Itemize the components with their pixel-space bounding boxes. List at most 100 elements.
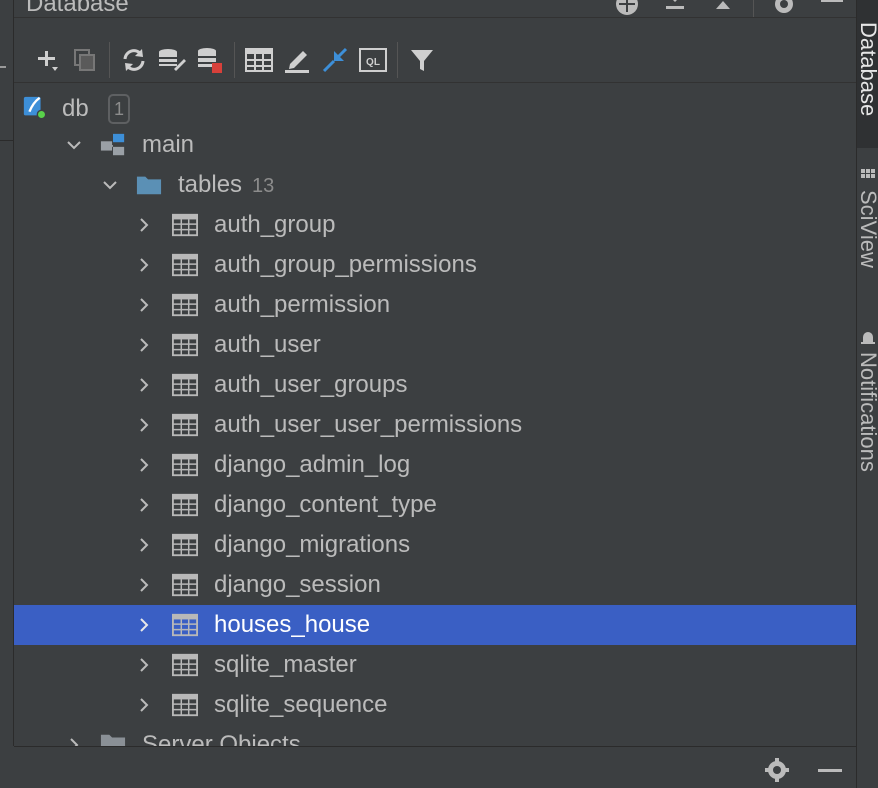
filter-icon[interactable] bbox=[403, 41, 441, 79]
add-icon[interactable] bbox=[28, 41, 66, 79]
minimize-icon[interactable] bbox=[808, 0, 856, 17]
table-name: auth_user_user_permissions bbox=[214, 411, 523, 438]
properties-icon[interactable] bbox=[153, 41, 191, 79]
chevron-down-icon[interactable] bbox=[66, 137, 82, 153]
tables-count: 13 bbox=[252, 175, 275, 197]
table-icon bbox=[172, 692, 198, 718]
table-view-icon[interactable] bbox=[240, 41, 278, 79]
table-row[interactable]: auth_permission bbox=[14, 285, 856, 325]
table-name: auth_group_permissions bbox=[214, 251, 477, 278]
chevron-right-icon[interactable] bbox=[136, 217, 152, 233]
jump-to-query-icon[interactable] bbox=[316, 41, 354, 79]
duplicate-icon[interactable] bbox=[66, 41, 104, 79]
chevron-right-icon[interactable] bbox=[136, 657, 152, 673]
query-console-label: QL bbox=[366, 57, 380, 68]
query-console-icon[interactable]: QL bbox=[354, 41, 392, 79]
toolbar-separator bbox=[109, 41, 110, 78]
table-row[interactable]: sqlite_master bbox=[14, 645, 856, 685]
side-tab-sciview[interactable]: SciView bbox=[857, 168, 878, 298]
database-toolbar: QL bbox=[14, 37, 856, 83]
table-row[interactable]: django_session bbox=[14, 565, 856, 605]
chevron-right-icon[interactable] bbox=[66, 737, 82, 746]
table-name: auth_group bbox=[214, 211, 336, 238]
table-row[interactable]: houses_house bbox=[14, 605, 856, 645]
table-icon bbox=[172, 252, 198, 278]
table-name: auth_user_groups bbox=[214, 371, 408, 398]
chevron-right-icon[interactable] bbox=[136, 337, 152, 353]
table-icon bbox=[172, 372, 198, 398]
table-row[interactable]: auth_group_permissions bbox=[14, 245, 856, 285]
table-row[interactable]: auth_user bbox=[14, 325, 856, 365]
table-icon bbox=[172, 572, 198, 598]
chevron-right-icon[interactable] bbox=[136, 417, 152, 433]
table-icon bbox=[172, 452, 198, 478]
chevron-down-icon[interactable] bbox=[102, 177, 118, 193]
chevron-right-icon[interactable] bbox=[136, 297, 152, 313]
tree-node-schema[interactable]: main bbox=[14, 125, 856, 165]
table-name: django_session bbox=[214, 571, 381, 598]
expand-all-icon[interactable] bbox=[699, 0, 747, 17]
table-icon bbox=[172, 412, 198, 438]
chevron-right-icon[interactable] bbox=[136, 377, 152, 393]
folder-icon bbox=[136, 172, 162, 198]
gear-icon[interactable] bbox=[760, 0, 808, 17]
side-tab-label: SciView bbox=[856, 190, 878, 268]
title-actions-separator bbox=[753, 0, 754, 17]
add-circle-icon[interactable] bbox=[603, 0, 651, 17]
table-name: django_migrations bbox=[214, 531, 411, 558]
table-name: sqlite_master bbox=[214, 651, 357, 678]
chevron-right-icon[interactable] bbox=[136, 537, 152, 553]
table-name: houses_house bbox=[214, 611, 371, 638]
table-row[interactable]: auth_user_user_permissions bbox=[14, 405, 856, 445]
table-icon bbox=[172, 532, 198, 558]
database-tree: db 1 main tables 13 auth_group auth_group_… bbox=[14, 89, 856, 746]
chevron-right-icon[interactable] bbox=[136, 457, 152, 473]
gutter-marker bbox=[0, 66, 6, 68]
right-tool-strip: Database SciView Notifications bbox=[856, 0, 878, 788]
tables-folder-label: tables bbox=[178, 171, 243, 198]
table-icon bbox=[172, 292, 198, 318]
table-row[interactable]: auth_user_groups bbox=[14, 365, 856, 405]
side-tab-notifications[interactable]: Notifications bbox=[857, 330, 878, 510]
tree-node-tables-folder[interactable]: tables 13 bbox=[14, 165, 856, 205]
tree-node-root[interactable]: db 1 bbox=[14, 89, 856, 129]
minimize-icon[interactable] bbox=[815, 755, 845, 785]
chevron-right-icon[interactable] bbox=[136, 497, 152, 513]
chevron-right-icon[interactable] bbox=[136, 577, 152, 593]
chevron-right-icon[interactable] bbox=[136, 697, 152, 713]
sciview-icon bbox=[861, 169, 875, 178]
table-row[interactable]: auth_group bbox=[14, 205, 856, 245]
gear-icon[interactable] bbox=[762, 755, 792, 785]
tree-label-server-objects: Server Objects bbox=[142, 731, 301, 746]
table-name: django_content_type bbox=[214, 491, 437, 518]
table-name: sqlite_sequence bbox=[214, 691, 388, 718]
toolbar-separator bbox=[234, 41, 235, 78]
table-row[interactable]: django_migrations bbox=[14, 525, 856, 565]
table-name: auth_permission bbox=[214, 291, 391, 318]
chevron-right-icon[interactable] bbox=[136, 617, 152, 633]
panel-title: Database bbox=[26, 0, 129, 17]
chevron-right-icon[interactable] bbox=[136, 257, 152, 273]
refresh-icon[interactable] bbox=[115, 41, 153, 79]
table-icon bbox=[172, 612, 198, 638]
panel-title-bar: Database bbox=[14, 0, 856, 18]
table-icon bbox=[172, 492, 198, 518]
side-tab-label: Database bbox=[856, 22, 878, 117]
title-actions bbox=[603, 0, 856, 17]
collapse-all-icon[interactable] bbox=[651, 0, 699, 17]
bell-icon bbox=[861, 332, 875, 344]
table-row[interactable]: sqlite_sequence bbox=[14, 685, 856, 725]
table-name: auth_user bbox=[214, 331, 321, 358]
server-objects-icon bbox=[100, 731, 126, 746]
side-tab-label: Notifications bbox=[856, 352, 878, 472]
table-icon bbox=[172, 332, 198, 358]
session-count-badge: 1 bbox=[108, 94, 130, 124]
table-row[interactable]: django_admin_log bbox=[14, 445, 856, 485]
tree-node-server-objects[interactable]: Server Objects bbox=[14, 725, 856, 746]
datasource-stop-icon[interactable] bbox=[191, 41, 229, 79]
table-name: django_admin_log bbox=[214, 451, 411, 478]
side-tab-database[interactable]: Database bbox=[857, 0, 878, 148]
edit-icon[interactable] bbox=[278, 41, 316, 79]
table-row[interactable]: django_content_type bbox=[14, 485, 856, 525]
tree-label-main: main bbox=[142, 131, 195, 158]
